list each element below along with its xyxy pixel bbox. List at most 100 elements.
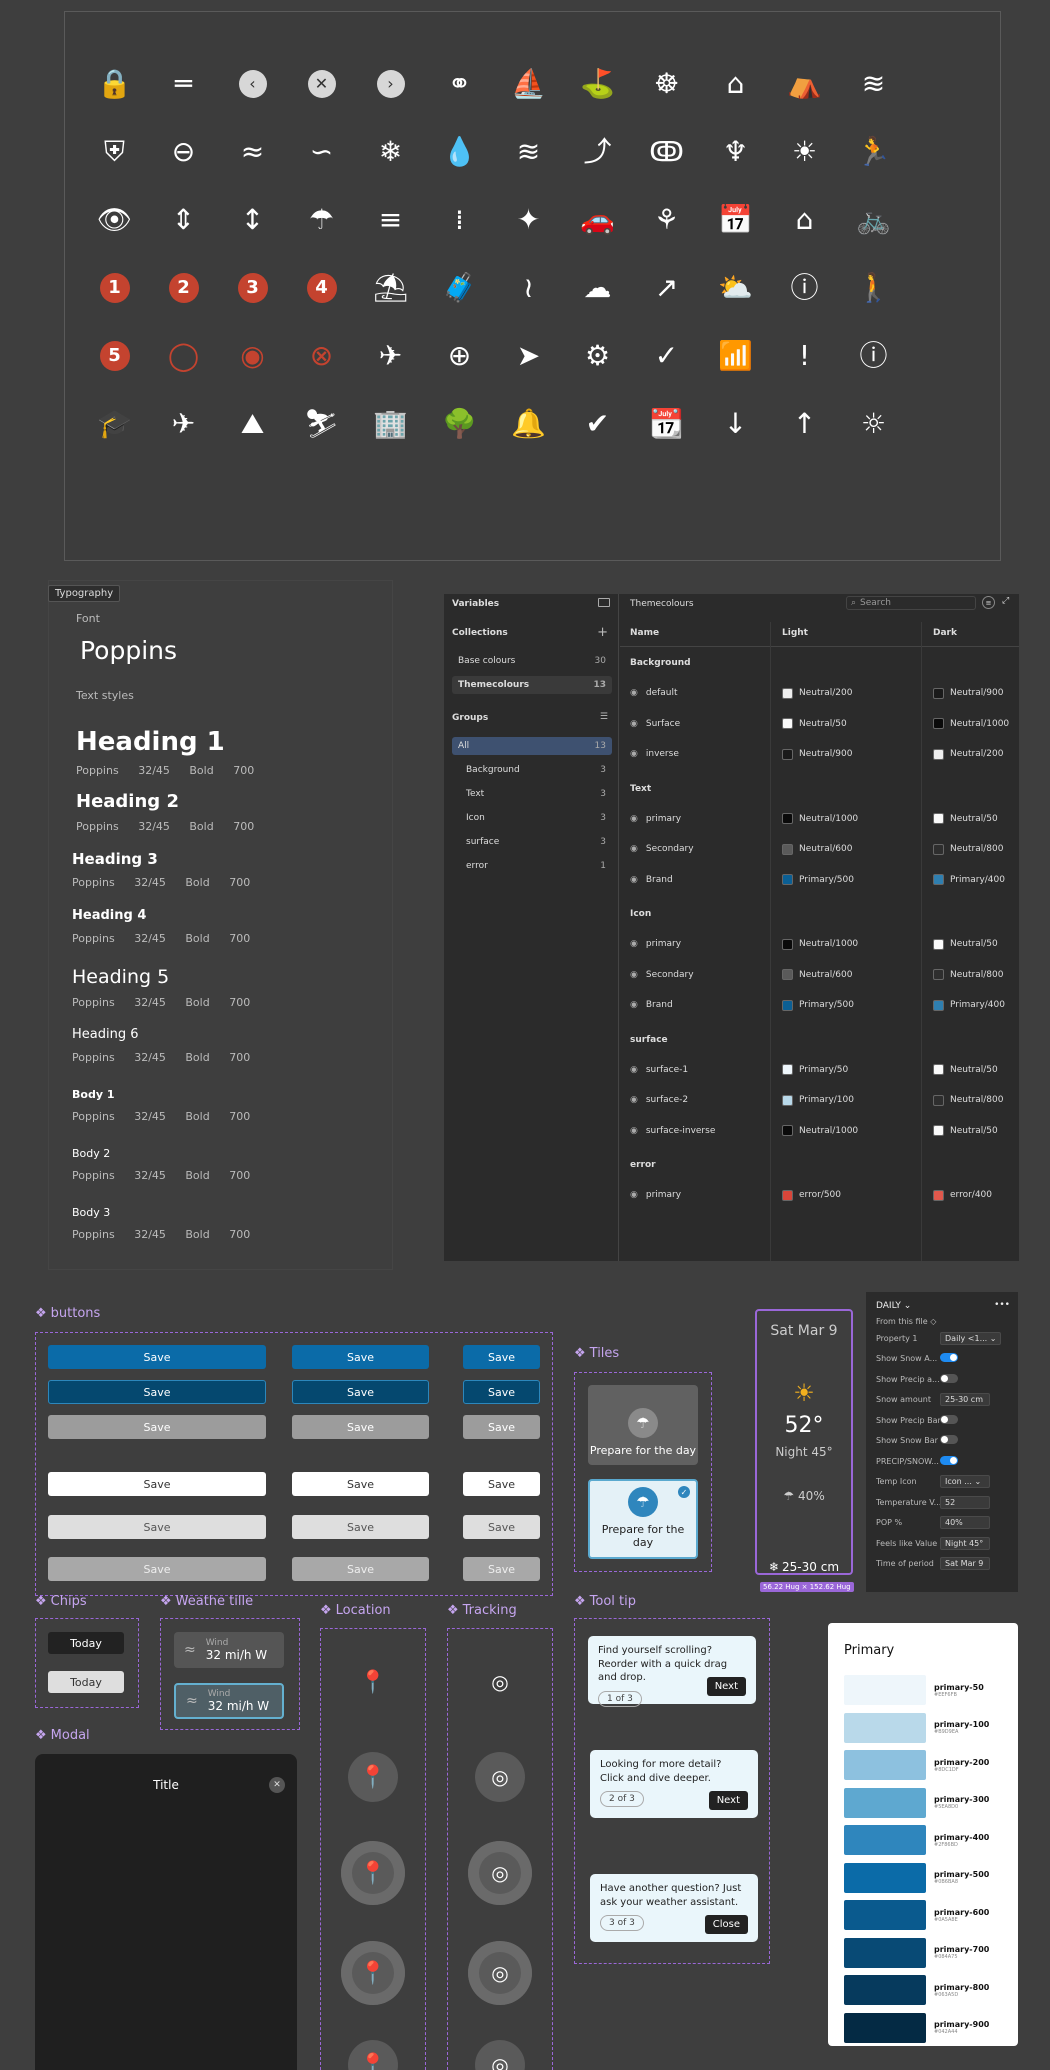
property-select[interactable]: Daily <1... ⌄ bbox=[940, 1331, 1002, 1345]
location-pin-icon[interactable]: 📍 bbox=[355, 1664, 391, 1700]
variable-row[interactable]: ◉ Secondary Neutral/600 Neutral/800 bbox=[620, 960, 1019, 990]
save-button[interactable]: Save bbox=[463, 1345, 540, 1369]
group-item-surface[interactable]: surface 3 bbox=[452, 833, 612, 851]
close-icon[interactable]: ✕ bbox=[269, 1777, 285, 1793]
luggage-icon: 🧳 bbox=[442, 271, 477, 304]
tent-icon: ⛺ bbox=[787, 67, 822, 100]
add-collection-icon[interactable]: + bbox=[597, 625, 608, 640]
location-pin-icon[interactable]: 📍 bbox=[341, 1941, 405, 2005]
groups-sort-icon[interactable]: ☰ bbox=[600, 712, 608, 722]
text-style-meta: Poppins 32/45 Bold 700 bbox=[72, 996, 251, 1009]
save-button[interactable]: Save bbox=[48, 1472, 266, 1496]
toggle[interactable] bbox=[940, 1353, 958, 1362]
tile-selected[interactable]: ✓ ☂ Prepare for the day bbox=[588, 1479, 698, 1559]
tracking-icon[interactable]: ◎ bbox=[475, 1752, 525, 1802]
font-label: Font bbox=[76, 612, 100, 625]
toggle[interactable] bbox=[940, 1435, 958, 1444]
property-input[interactable]: 52 bbox=[940, 1495, 990, 1509]
panel-title[interactable]: DAILY ⌄ bbox=[876, 1301, 911, 1311]
text-style-name: Heading 5 bbox=[72, 966, 170, 988]
variable-row[interactable]: ◉ Surface Neutral/50 Neutral/1000 bbox=[620, 709, 1019, 739]
property-select[interactable]: Icon ... ⌄ bbox=[940, 1475, 990, 1488]
save-button[interactable]: Save bbox=[292, 1345, 429, 1369]
variable-icon: ◉ bbox=[630, 688, 638, 698]
location-label: ❖ Location bbox=[320, 1603, 391, 1618]
save-button[interactable]: Save bbox=[292, 1415, 429, 1439]
tooltip-3: Have another question? Just ask your wea… bbox=[590, 1874, 758, 1942]
save-button[interactable]: Save bbox=[463, 1415, 540, 1439]
group-item-background[interactable]: Background 3 bbox=[452, 761, 612, 779]
property-input[interactable]: Sat Mar 9 bbox=[940, 1557, 990, 1570]
variable-row[interactable]: ◉ surface-inverse Neutral/1000 Neutral/50 bbox=[620, 1116, 1019, 1146]
more-icon[interactable]: ••• bbox=[994, 1300, 1010, 1310]
info-filled-icon: ⓘ bbox=[859, 339, 888, 372]
chip-default[interactable]: Today bbox=[48, 1671, 124, 1693]
tooltip-2: Looking for more detail? Click and dive … bbox=[590, 1750, 758, 1818]
tooltip-next-button[interactable]: Next bbox=[706, 1676, 746, 1696]
tracking-icon[interactable]: ◎ bbox=[482, 1664, 518, 1700]
tooltip-page: 1 of 3 bbox=[598, 1690, 642, 1707]
group-item-icon[interactable]: Icon 3 bbox=[452, 809, 612, 827]
save-button[interactable]: Save bbox=[48, 1345, 266, 1369]
filter-icon[interactable]: ≡ bbox=[982, 596, 995, 609]
group-item-text[interactable]: Text 3 bbox=[452, 785, 612, 803]
search-input[interactable]: ⌕ Search bbox=[846, 596, 976, 610]
sidebar-toggle-icon[interactable] bbox=[598, 598, 610, 607]
daily-night: Night 45° bbox=[775, 1445, 833, 1459]
search-icon: ⌕ bbox=[851, 598, 857, 608]
component-icon: ❖ bbox=[35, 1306, 47, 1321]
variable-row[interactable]: ◉ Secondary Neutral/600 Neutral/800 bbox=[620, 834, 1019, 864]
toggle[interactable] bbox=[940, 1373, 958, 1383]
palette-swatch-row: primary-700 #084A75 bbox=[844, 1937, 1008, 1968]
tooltip-next-button[interactable]: Next bbox=[708, 1790, 748, 1810]
tracking-icon[interactable]: ◎ bbox=[468, 1841, 532, 1905]
group-item-error[interactable]: error 1 bbox=[452, 857, 612, 875]
property-row: POP % 40% bbox=[876, 1516, 1011, 1529]
variable-row[interactable]: ◉ primary Neutral/1000 Neutral/50 bbox=[620, 929, 1019, 959]
daily-card[interactable]: Sat Mar 9 ☀ 52° Night 45° ☂ 40% ❄ 25-30 cm bbox=[755, 1309, 853, 1575]
variable-row[interactable]: ◉ Brand Primary/500 Primary/400 bbox=[620, 990, 1019, 1020]
variable-row[interactable]: ◉ primary error/500 error/400 bbox=[620, 1180, 1019, 1210]
save-button[interactable]: Save bbox=[48, 1415, 266, 1439]
collection-item[interactable]: Base colours 30 bbox=[452, 652, 612, 670]
brightness-icon: ☼ bbox=[860, 407, 887, 440]
save-button[interactable]: Save bbox=[463, 1515, 540, 1539]
group-item-all[interactable]: All 13 bbox=[452, 737, 612, 755]
variable-row[interactable]: ◉ default Neutral/200 Neutral/900 bbox=[620, 678, 1019, 708]
property-label: Show Snow Bar bbox=[876, 1436, 938, 1445]
collection-item-selected[interactable]: Themecolours 13 bbox=[452, 676, 612, 694]
save-button[interactable]: Save bbox=[292, 1557, 429, 1581]
save-button[interactable]: Save bbox=[463, 1557, 540, 1581]
variable-icon: ◉ bbox=[630, 1190, 638, 1200]
variable-row[interactable]: ◉ surface-1 Primary/50 Neutral/50 bbox=[620, 1055, 1019, 1085]
expand-icon[interactable]: ⤢ bbox=[1002, 596, 1009, 606]
variable-row[interactable]: ◉ surface-2 Primary/100 Neutral/800 bbox=[620, 1085, 1019, 1115]
property-input[interactable]: 40% bbox=[940, 1516, 990, 1529]
save-button[interactable]: Save bbox=[292, 1472, 429, 1496]
toggle[interactable] bbox=[940, 1455, 958, 1465]
variable-row[interactable]: ◉ primary Neutral/1000 Neutral/50 bbox=[620, 804, 1019, 834]
location-pin-icon[interactable]: 📍 bbox=[341, 1841, 405, 1905]
wind-tile[interactable]: ≈ Wind 32 mi/h W bbox=[174, 1632, 284, 1668]
save-button[interactable]: Save bbox=[292, 1515, 429, 1539]
variable-row[interactable]: ◉ inverse Neutral/900 Neutral/200 bbox=[620, 739, 1019, 769]
chip-selected[interactable]: Today bbox=[48, 1632, 124, 1654]
component-icon: ❖ bbox=[320, 1603, 332, 1618]
tooltip-close-button[interactable]: Close bbox=[704, 1914, 748, 1934]
save-button[interactable]: Save bbox=[463, 1380, 540, 1404]
toggle[interactable] bbox=[940, 1414, 958, 1424]
property-input[interactable]: Night 45° bbox=[940, 1536, 990, 1550]
save-button[interactable]: Save bbox=[292, 1380, 429, 1404]
save-button[interactable]: Save bbox=[463, 1472, 540, 1496]
save-button[interactable]: Save bbox=[48, 1380, 266, 1404]
save-button[interactable]: Save bbox=[48, 1515, 266, 1539]
component-icon: ❖ bbox=[35, 1728, 47, 1743]
save-button[interactable]: Save bbox=[48, 1557, 266, 1581]
tracking-icon[interactable]: ◎ bbox=[468, 1941, 532, 2005]
property-input[interactable]: 25-30 cm bbox=[940, 1393, 990, 1406]
wind-tile-selected[interactable]: ≈ Wind 32 mi/h W bbox=[174, 1683, 284, 1719]
light-swatch bbox=[782, 813, 793, 824]
variable-row[interactable]: ◉ Brand Primary/500 Primary/400 bbox=[620, 865, 1019, 895]
location-pin-icon[interactable]: 📍 bbox=[348, 1752, 398, 1802]
tile-default[interactable]: ☂ Prepare for the day bbox=[588, 1385, 698, 1465]
